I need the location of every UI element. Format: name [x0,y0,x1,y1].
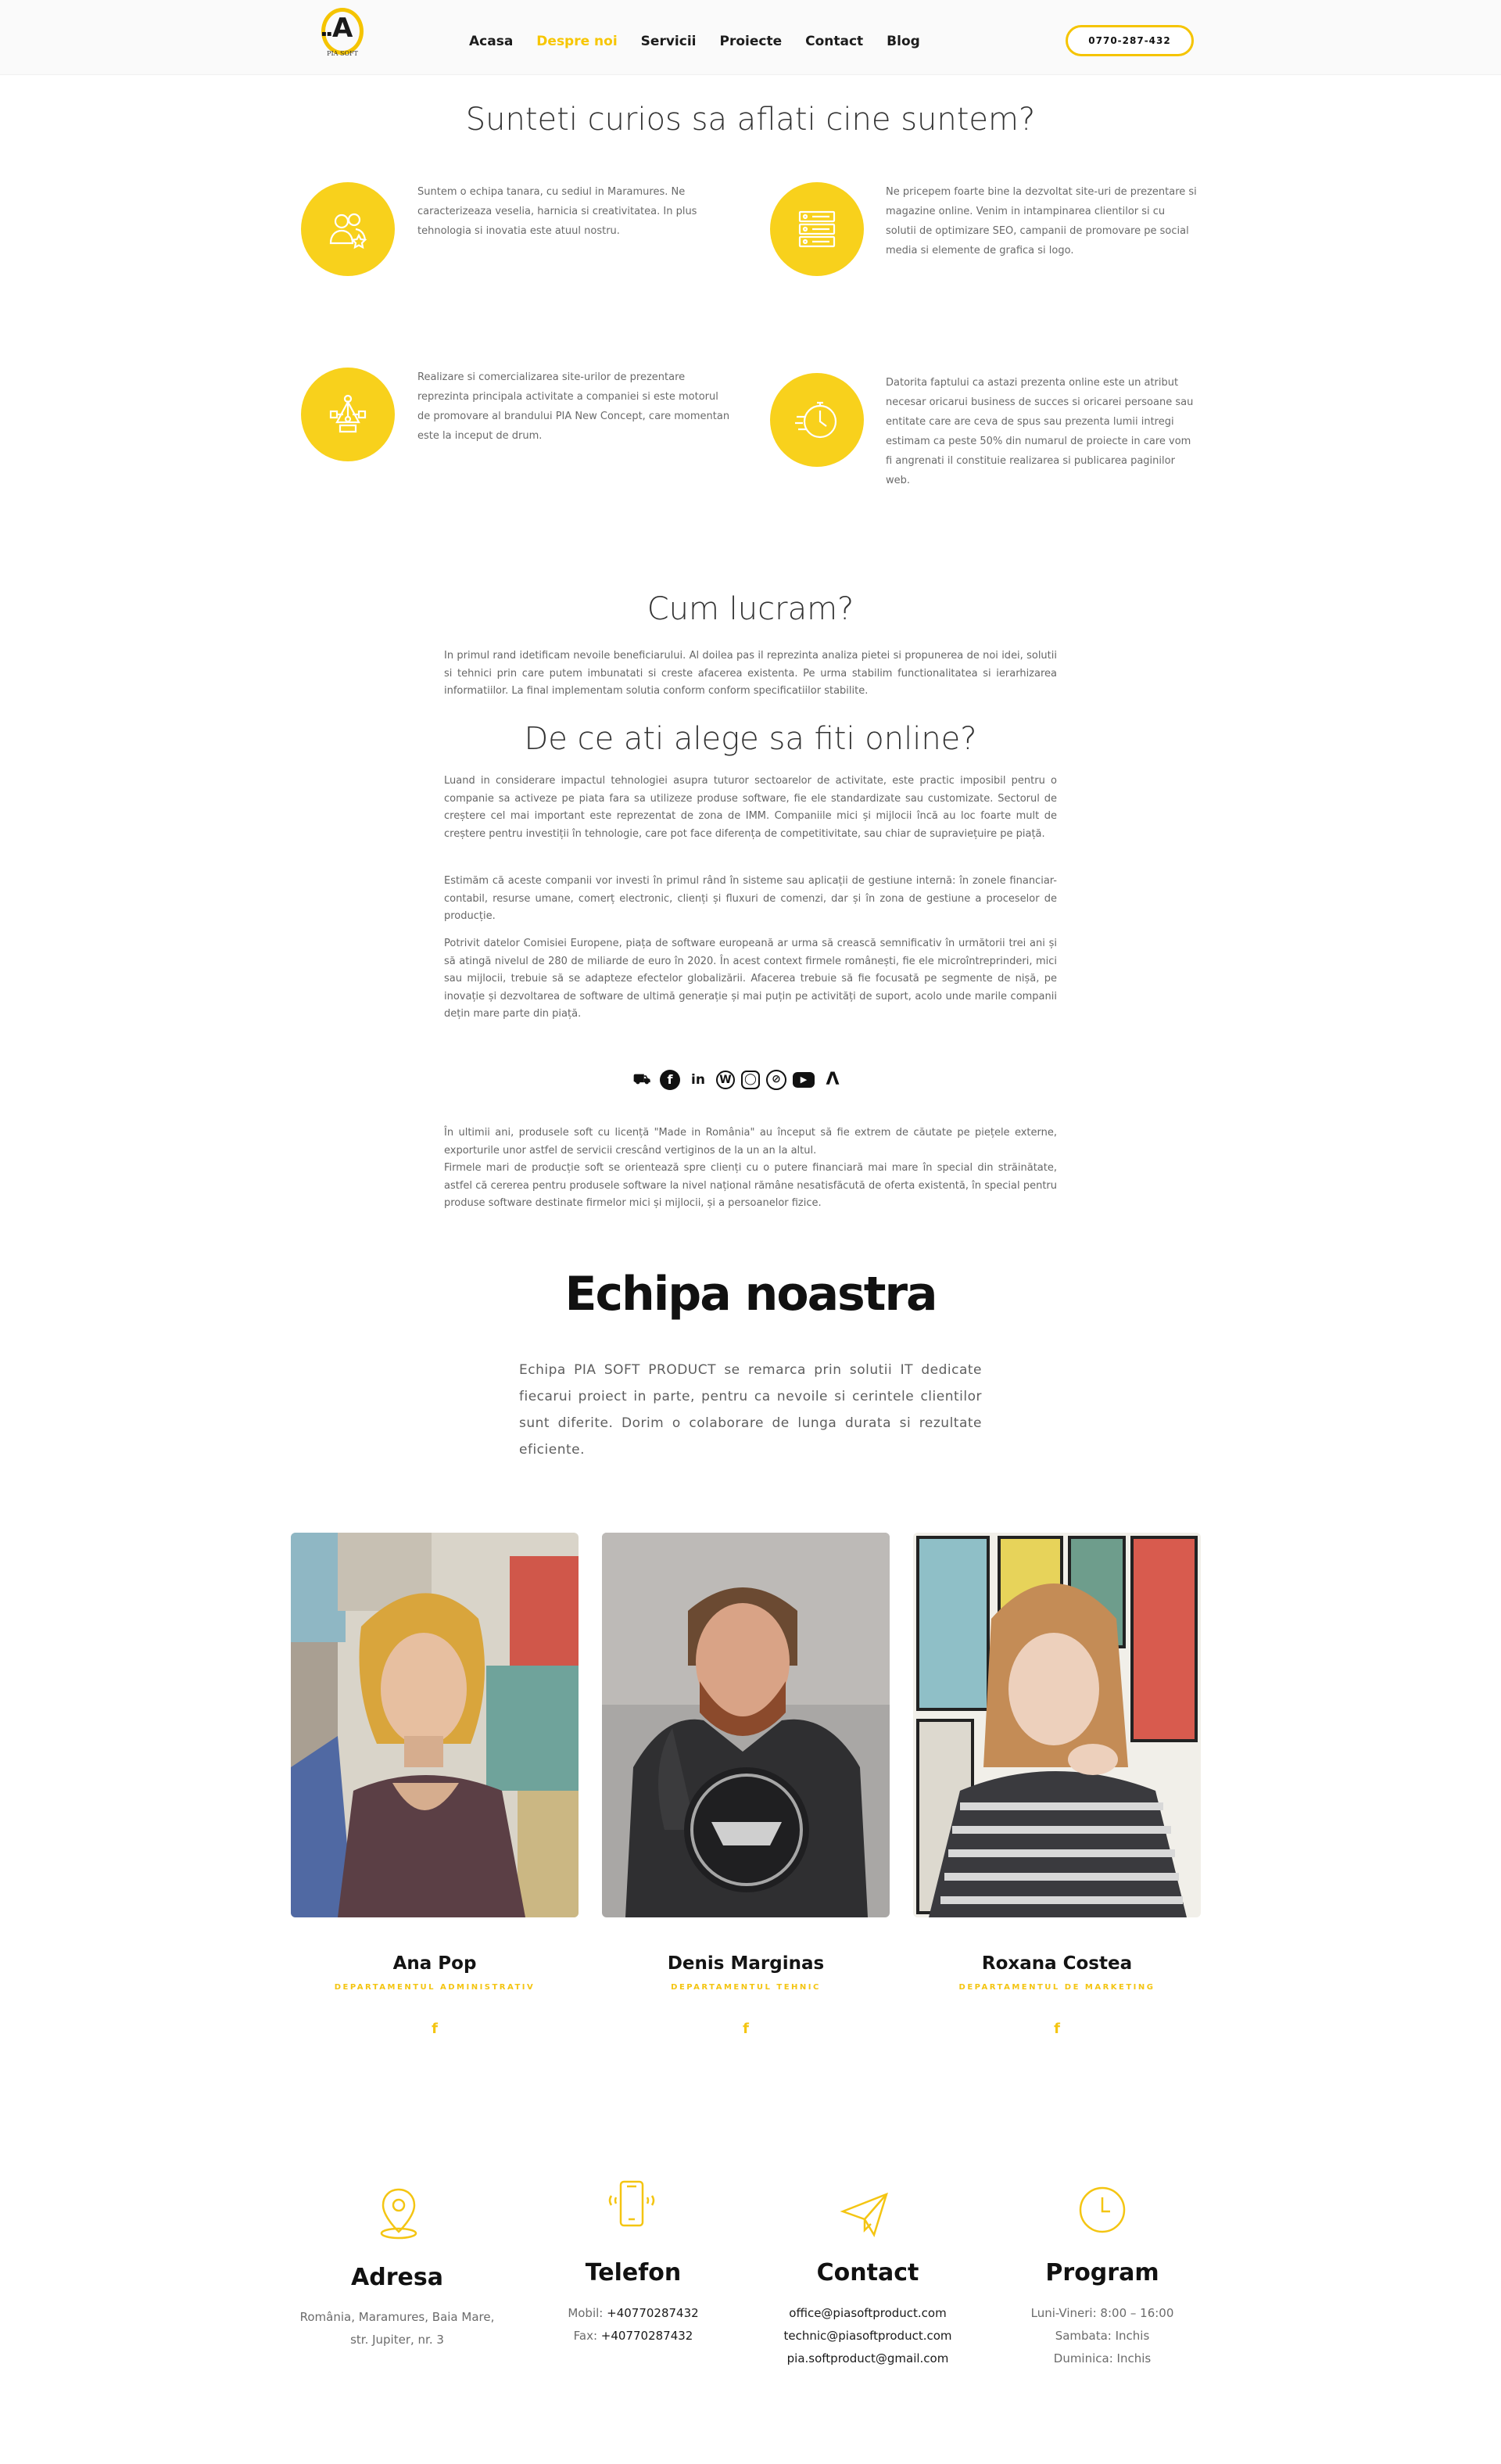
member-name-roxana-costea: Roxana Costea [981,1953,1133,1974]
contact-email-2[interactable]: technic@piasoftproduct.com [750,2325,985,2347]
online-title: De ce ati alege sa fiti online? [524,721,977,757]
denis-marginas-photo [602,1533,890,1917]
contact-address-line-2: str. Jupiter, nr. 3 [350,2333,444,2347]
contact-address-line-1: România, Maramures, Baia Mare, [299,2310,495,2324]
pia-soft-logo[interactable]: A ▪▪ PIA SOFT [317,6,368,63]
instagram-icon[interactable]: ◯ [741,1071,760,1089]
contact-email-3[interactable]: pia.softproduct@gmail.com [750,2347,985,2370]
location-pin-icon [367,2182,430,2244]
design-tool-icon [301,368,395,461]
nav-item-despre-noi[interactable]: Despre noi [536,34,617,49]
member-role-roxana-costea: DEPARTAMENTUL DE MARKETING [958,1983,1155,1992]
mobile-phone-icon [600,2175,663,2238]
about-title: Sunteti curios sa aflati cine suntem? [465,102,1036,138]
contact-mobile-line: Mobil: +40770287432 [516,2302,750,2325]
site-header: A ▪▪ PIA SOFT Acasa Despre noi Servicii … [0,0,1501,75]
wordpress-icon[interactable]: W [716,1071,735,1089]
contact-fax-line: Fax: +40770287432 [516,2325,750,2347]
online-paragraph-1: Luand in considerare impactul tehnologie… [444,775,1057,840]
team-star-icon [301,182,395,276]
mobile-label: Mobil: [568,2306,604,2320]
brand-a-icon[interactable]: Λ [821,1068,844,1092]
logo-mark: A [332,13,353,44]
roxana-costea-photo [913,1533,1201,1917]
contact-phone-title: Telefon [585,2259,682,2286]
member-name-denis-marginas: Denis Marginas [667,1953,825,1974]
online-paragraph-2: Estimăm că aceste companii vor investi î… [444,875,1057,922]
contact-schedule-title: Program [1045,2259,1159,2286]
paper-plane-icon [835,2182,897,2244]
how-title: Cum lucram? [647,591,854,627]
schedule-weekdays: Luni-Vineri: 8:00 – 16:00 [1030,2306,1174,2320]
feature-text-3: Realizare si comercializarea site-urilor… [417,371,730,442]
feature-text-2: Ne pricepem foarte bine la dezvoltat sit… [886,186,1197,256]
facebook-icon[interactable]: f [291,2021,579,2037]
social-icons: ⛟ f in W ◯ ⊘ ▶ Λ [630,1068,844,1092]
feature-text-4: Datorita faptului ca astazi prezenta onl… [886,377,1194,486]
fax-number: +40770287432 [600,2329,693,2343]
linkedin-icon[interactable]: in [686,1068,710,1092]
schedule-sunday: Duminica: Inchis [1053,2351,1152,2365]
phone-button[interactable]: 0770-287-432 [1066,25,1194,56]
member-role-denis-marginas: DEPARTAMENTUL TEHNIC [671,1983,821,1992]
contact-email-title: Contact [816,2259,919,2286]
server-icon [770,182,864,276]
logo-text: PIA SOFT [327,50,358,57]
online-paragraph-5: Firmele mari de producție soft se orient… [444,1162,1057,1209]
ana-pop-photo [291,1533,579,1917]
nav-item-contact[interactable]: Contact [805,34,863,49]
team-description: Echipa PIA SOFT PRODUCT se remarca prin … [519,1362,982,1458]
facebook-icon[interactable]: f [660,1070,680,1090]
member-role-ana-pop: DEPARTAMENTUL ADMINISTRATIV [334,1983,536,1992]
facebook-icon[interactable]: f [602,2021,890,2037]
member-name-ana-pop: Ana Pop [392,1953,477,1974]
schedule-saturday: Sambata: Inchis [1055,2329,1150,2343]
online-paragraph-4: În ultimii ani, produsele soft cu licenț… [444,1127,1057,1157]
nav-item-acasa[interactable]: Acasa [469,34,513,49]
how-text: In primul rand idetificam nevoile benefi… [444,650,1057,697]
main-nav: Acasa Despre noi Servicii Proiecte Conta… [469,34,920,49]
contact-address-title: Adresa [351,2264,443,2291]
online-paragraph-3: Potrivit datelor Comisiei Europene, piaț… [444,938,1057,1020]
nav-item-blog[interactable]: Blog [887,34,920,49]
logo-dots: ▪▪ [321,30,332,38]
nav-item-servicii[interactable]: Servicii [641,34,697,49]
compass-icon[interactable]: ⊘ [766,1070,786,1090]
fax-label: Fax: [573,2329,598,2343]
mobile-number[interactable]: +40770287432 [607,2306,699,2320]
youtube-icon[interactable]: ▶ [793,1072,815,1088]
nav-item-proiecte[interactable]: Proiecte [719,34,782,49]
shop-icon[interactable]: ⛟ [630,1068,654,1092]
team-title: Echipa noastra [564,1267,937,1322]
contact-email-1[interactable]: office@piasoftproduct.com [750,2302,985,2325]
speed-clock-icon [770,373,864,467]
facebook-icon[interactable]: f [913,2021,1201,2037]
feature-text-1: Suntem o echipa tanara, cu sediul in Mar… [417,186,697,237]
clock-icon [1071,2179,1134,2241]
